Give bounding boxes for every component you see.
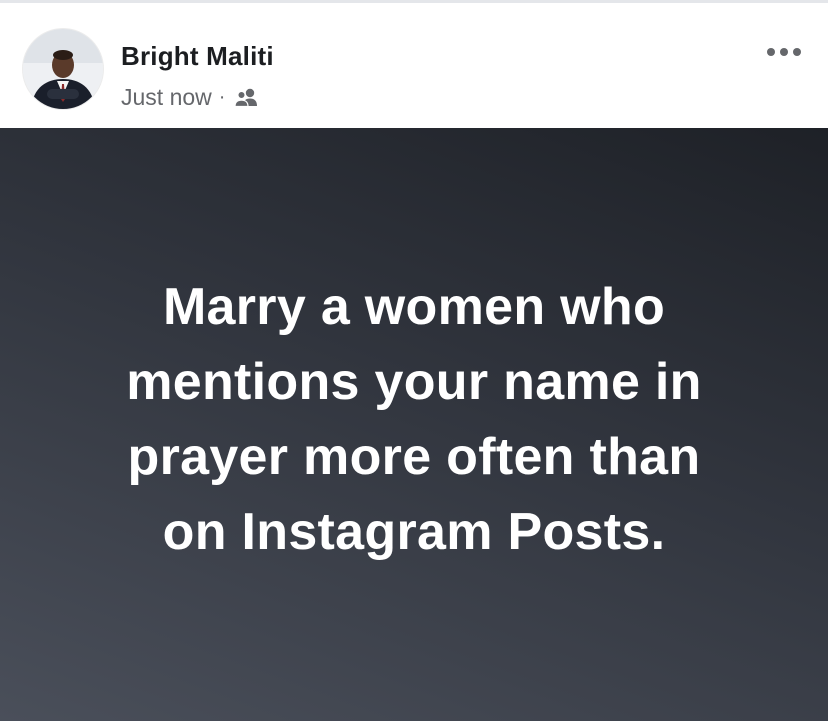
post-text-line: Marry a women who xyxy=(162,278,666,336)
avatar[interactable] xyxy=(23,29,103,109)
meta-separator: · xyxy=(218,86,226,108)
timestamp[interactable]: Just now xyxy=(121,84,212,111)
post-meta: Just now · xyxy=(121,84,259,111)
more-options-icon xyxy=(767,48,801,56)
post-text-line: prayer more often than xyxy=(127,428,701,486)
post-text-line: mentions your name in xyxy=(126,353,702,411)
avatar-photo xyxy=(23,29,103,109)
post-header: Bright Maliti Just now · xyxy=(0,3,828,128)
author-name[interactable]: Bright Maliti xyxy=(121,41,274,72)
post-text: Marry a women who mentions your name in … xyxy=(40,270,788,570)
more-options-button[interactable] xyxy=(762,37,806,67)
post-text-line: on Instagram Posts. xyxy=(162,503,666,561)
friends-icon[interactable] xyxy=(233,87,259,109)
